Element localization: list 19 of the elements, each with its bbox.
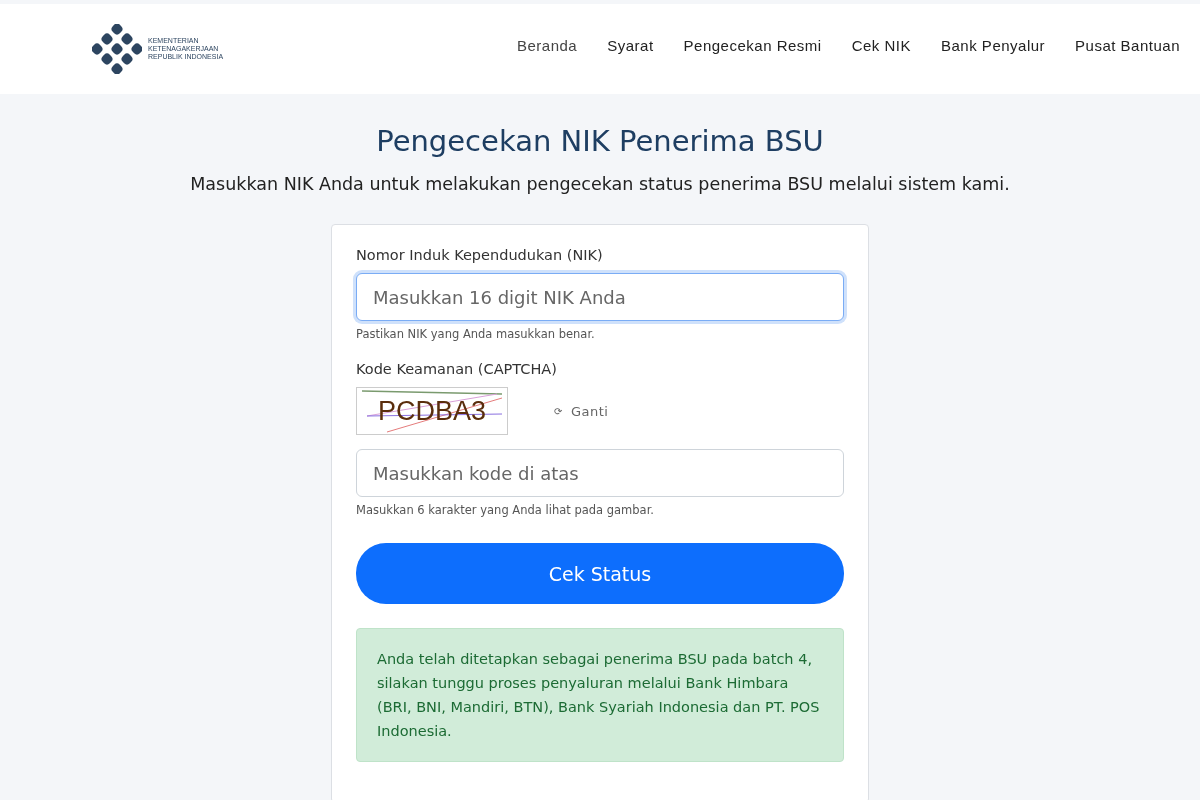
nav-link[interactable]: Bank Penyalur (941, 36, 1046, 54)
page-subtitle: Masukkan NIK Anda untuk melakukan pengecekan status penerima BSU melalui sistem kami. (190, 174, 1010, 194)
result-alert: Anda telah ditetapkan sebagai penerima BSU pada batch 4, silakan tunggu proses penyaluran melalui Bank Himbara (BRI, BNI, Mandiri, BTN), Bank Syariah Indonesia dan PT. POS Indonesia. (356, 628, 844, 762)
nav-link[interactable]: Syarat (607, 36, 654, 54)
field-label: Nomor Induk Kependudukan (NIK) (356, 247, 604, 263)
nav-link[interactable]: Cek NIK (851, 36, 911, 54)
page-title: Pengecekan NIK Penerima BSU (376, 124, 824, 158)
submit-button[interactable]: Cek Status (356, 543, 844, 604)
field-hint: Pastikan NIK yang Anda masukkan benar. (356, 327, 596, 341)
logo-icon (92, 24, 142, 74)
nav-link[interactable]: Beranda (517, 36, 578, 54)
captcha-input-field[interactable]: Masukkan kode di atas (356, 449, 844, 497)
nik-input-field[interactable]: Masukkan 16 digit NIK Anda (356, 273, 844, 321)
field-hint: Masukkan 6 karakter yang Anda lihat pada gambar. (356, 503, 655, 517)
refresh-captcha-button[interactable]: ⟳ Ganti (548, 402, 615, 420)
captcha-image: PCDBA3 (356, 387, 508, 435)
field-label: Kode Keamanan (CAPTCHA) (356, 361, 558, 377)
nav-link[interactable]: Pengecekan Resmi (683, 36, 822, 54)
nav-link[interactable]: Pusat Bantuan (1075, 36, 1180, 54)
